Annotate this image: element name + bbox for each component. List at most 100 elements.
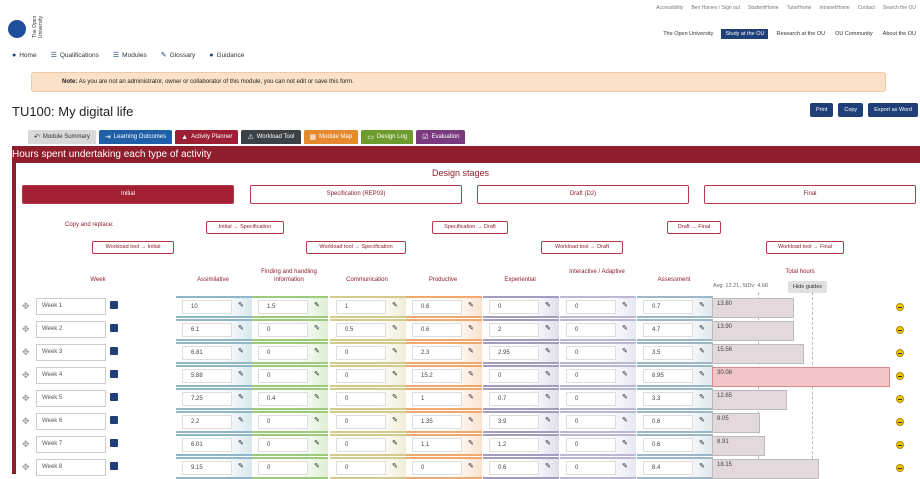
edit-pencil-icon[interactable]: ✎ (545, 347, 551, 355)
stage-initial[interactable]: Initial (22, 185, 234, 204)
activity-hours-input[interactable]: 10 (182, 300, 232, 314)
drag-handle-icon[interactable]: ✥ (22, 370, 30, 381)
edit-pencil-icon[interactable]: ✎ (468, 370, 474, 378)
nav-item-guidance[interactable]: ● Guidance (209, 51, 244, 59)
edit-pencil-icon[interactable]: ✎ (238, 324, 244, 332)
remove-week-icon[interactable] (896, 372, 904, 380)
activity-hours-input[interactable]: 3.9 (489, 415, 539, 429)
activity-hours-input[interactable]: 6.01 (182, 438, 232, 452)
week-menu-icon[interactable] (110, 370, 118, 378)
edit-pencil-icon[interactable]: ✎ (314, 347, 320, 355)
edit-pencil-icon[interactable]: ✎ (699, 301, 705, 309)
site-nav-the-open-university[interactable]: The Open University (661, 30, 715, 38)
remove-week-icon[interactable] (896, 441, 904, 449)
activity-hours-input[interactable]: 0.6 (643, 415, 693, 429)
tab-activity-planner[interactable]: ▲ Activity Planner (175, 130, 239, 144)
top-link-accessibility[interactable]: Accessibility (656, 5, 683, 11)
copy-initial-specification-button[interactable]: Initial → Specification (206, 221, 284, 234)
edit-pencil-icon[interactable]: ✎ (468, 416, 474, 424)
edit-pencil-icon[interactable]: ✎ (314, 370, 320, 378)
edit-pencil-icon[interactable]: ✎ (314, 416, 320, 424)
edit-pencil-icon[interactable]: ✎ (699, 324, 705, 332)
hide-guides-button[interactable]: Hide guides (788, 281, 828, 293)
export-as-word-button[interactable]: Export as Word (868, 103, 918, 117)
copy-specification-draft-button[interactable]: Specification → Draft (432, 221, 508, 234)
week-menu-icon[interactable] (110, 462, 118, 470)
edit-pencil-icon[interactable]: ✎ (314, 439, 320, 447)
edit-pencil-icon[interactable]: ✎ (622, 301, 628, 309)
edit-pencil-icon[interactable]: ✎ (392, 370, 398, 378)
edit-pencil-icon[interactable]: ✎ (238, 462, 244, 470)
activity-hours-input[interactable]: 0 (336, 415, 386, 429)
edit-pencil-icon[interactable]: ✎ (314, 324, 320, 332)
edit-pencil-icon[interactable]: ✎ (238, 416, 244, 424)
stage-final[interactable]: Final (704, 185, 916, 204)
tab-learning-outcomes[interactable]: ⇥ Learning Outcomes (98, 130, 173, 144)
remove-week-icon[interactable] (896, 395, 904, 403)
copy-workload-tool-initial-button[interactable]: Workload tool → Initial (92, 241, 174, 254)
edit-pencil-icon[interactable]: ✎ (238, 301, 244, 309)
edit-pencil-icon[interactable]: ✎ (622, 462, 628, 470)
activity-hours-input[interactable]: 0 (489, 300, 539, 314)
tab-evaluation[interactable]: ☑ Evaluation (416, 130, 466, 144)
edit-pencil-icon[interactable]: ✎ (545, 301, 551, 309)
activity-hours-input[interactable]: 6.81 (182, 346, 232, 360)
activity-hours-input[interactable]: 0.7 (643, 300, 693, 314)
nav-item-modules[interactable]: ☰ Modules (113, 51, 147, 60)
activity-hours-input[interactable]: 0.7 (489, 392, 539, 406)
activity-hours-input[interactable]: 0.6 (412, 323, 462, 337)
print-button[interactable]: Print (810, 103, 834, 117)
edit-pencil-icon[interactable]: ✎ (238, 439, 244, 447)
activity-hours-input[interactable]: 0 (566, 300, 616, 314)
activity-hours-input[interactable]: 0 (336, 438, 386, 452)
edit-pencil-icon[interactable]: ✎ (545, 370, 551, 378)
edit-pencil-icon[interactable]: ✎ (392, 439, 398, 447)
activity-hours-input[interactable]: 0.4 (258, 392, 308, 406)
edit-pencil-icon[interactable]: ✎ (392, 462, 398, 470)
remove-week-icon[interactable] (896, 349, 904, 357)
edit-pencil-icon[interactable]: ✎ (699, 347, 705, 355)
site-nav-ou-community[interactable]: OU Community (833, 30, 875, 38)
edit-pencil-icon[interactable]: ✎ (468, 347, 474, 355)
activity-hours-input[interactable]: 0 (566, 461, 616, 475)
nav-item-qualifications[interactable]: ☰ Qualifications (51, 51, 99, 60)
edit-pencil-icon[interactable]: ✎ (622, 416, 628, 424)
top-link-studenthome[interactable]: StudentHome (748, 5, 779, 11)
edit-pencil-icon[interactable]: ✎ (699, 439, 705, 447)
remove-week-icon[interactable] (896, 303, 904, 311)
activity-hours-input[interactable]: 1.35 (412, 415, 462, 429)
edit-pencil-icon[interactable]: ✎ (392, 324, 398, 332)
activity-hours-input[interactable]: 2 (489, 323, 539, 337)
nav-item-home[interactable]: ● Home (12, 51, 37, 59)
activity-hours-input[interactable]: 2.3 (412, 346, 462, 360)
activity-hours-input[interactable]: 1 (336, 300, 386, 314)
week-menu-icon[interactable] (110, 347, 118, 355)
edit-pencil-icon[interactable]: ✎ (545, 416, 551, 424)
top-link-tutorhome[interactable]: TutorHome (787, 5, 812, 11)
edit-pencil-icon[interactable]: ✎ (622, 324, 628, 332)
edit-pencil-icon[interactable]: ✎ (238, 370, 244, 378)
activity-hours-input[interactable]: 4.7 (643, 323, 693, 337)
edit-pencil-icon[interactable]: ✎ (468, 393, 474, 401)
top-link-contact[interactable]: Contact (858, 5, 875, 11)
edit-pencil-icon[interactable]: ✎ (622, 347, 628, 355)
edit-pencil-icon[interactable]: ✎ (545, 393, 551, 401)
drag-handle-icon[interactable]: ✥ (22, 439, 30, 450)
remove-week-icon[interactable] (896, 464, 904, 472)
activity-hours-input[interactable]: 9.15 (182, 461, 232, 475)
week-label-input[interactable]: Week 3 (36, 344, 106, 361)
activity-hours-input[interactable]: 0 (566, 346, 616, 360)
edit-pencil-icon[interactable]: ✎ (699, 370, 705, 378)
activity-hours-input[interactable]: 2.95 (489, 346, 539, 360)
activity-hours-input[interactable]: 8.4 (643, 461, 693, 475)
activity-hours-input[interactable]: 0 (489, 369, 539, 383)
activity-hours-input[interactable]: 3.3 (643, 392, 693, 406)
edit-pencil-icon[interactable]: ✎ (622, 370, 628, 378)
edit-pencil-icon[interactable]: ✎ (468, 301, 474, 309)
week-label-input[interactable]: Week 1 (36, 298, 106, 315)
activity-hours-input[interactable]: 1 (412, 392, 462, 406)
edit-pencil-icon[interactable]: ✎ (468, 324, 474, 332)
edit-pencil-icon[interactable]: ✎ (699, 393, 705, 401)
edit-pencil-icon[interactable]: ✎ (468, 462, 474, 470)
edit-pencil-icon[interactable]: ✎ (238, 347, 244, 355)
